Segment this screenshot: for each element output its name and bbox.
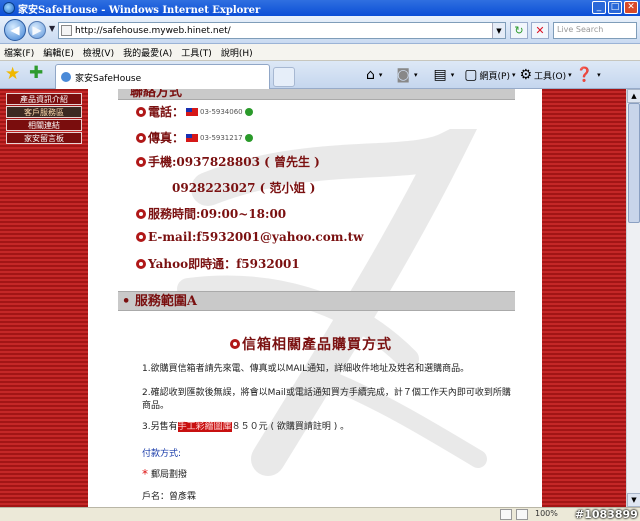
back-button[interactable]: ◀ [4, 19, 26, 41]
flag-icon [186, 107, 199, 116]
address-input[interactable]: http://safehouse.myweb.hinet.net/ [75, 26, 231, 36]
history-dropdown-icon[interactable]: ▼ [49, 24, 55, 33]
window-controls: _ □ ✕ [592, 1, 638, 14]
fax-number-image: 03-5931217 [186, 133, 253, 142]
tab-row: ★ ✚ 家安SafeHouse ⌂ ▾ ◙ ▾ ▤ ▾ ▢ 網頁(P) ▾ ⚙ 工具(O) ▾… [0, 61, 640, 89]
forward-button[interactable]: ▶ [28, 21, 46, 39]
address-bar[interactable]: http://safehouse.myweb.hinet.net/ ▼ [58, 22, 506, 39]
hand-painted-highlight: 手工彩繪圖庫 [177, 422, 232, 432]
email-link[interactable]: E-mail:f5932001@yahoo.com.tw [148, 230, 363, 244]
phone-number-image: 03-5934060 [186, 107, 253, 116]
tools-menu-button[interactable]: ⚙ 工具(O) ▾ [519, 68, 571, 82]
sidebar-item-guestbook[interactable]: 家安留言板 [6, 132, 82, 144]
menu-view[interactable]: 檢視(V) [83, 46, 114, 59]
menu-edit[interactable]: 編輯(E) [43, 46, 74, 59]
yahoo-row: Yahoo即時通：f5932001 [136, 255, 300, 272]
tab-favicon-icon [61, 72, 71, 82]
favorites-star-icon[interactable]: ★ [5, 66, 20, 83]
command-bar: ⌂ ▾ ◙ ▾ ▤ ▾ ▢ 網頁(P) ▾ ⚙ 工具(O) ▾ ❓ ▾ [366, 65, 605, 85]
page-icon: ▢ [464, 67, 478, 83]
phone-icon [244, 133, 253, 142]
bullet-icon [230, 339, 240, 349]
image-watermark: #1083899 [575, 508, 638, 521]
fax-row: 傳真： 03-5931217 [136, 129, 253, 146]
phone-icon [244, 107, 253, 116]
phone-row: 電話： 03-5934060 [136, 103, 253, 120]
service-section-title: • 服務範圍A [122, 294, 197, 309]
stop-button[interactable]: ✕ [531, 22, 549, 39]
address-row: ◀ ▶ ▼ http://safehouse.myweb.hinet.net/ … [0, 16, 640, 44]
sidebar-item-links[interactable]: 相關連結 [6, 119, 82, 131]
flag-icon [186, 133, 199, 142]
bullet-icon [136, 258, 146, 269]
scroll-up-button[interactable]: ▲ [627, 89, 640, 103]
phone-label: 電話： [148, 105, 185, 119]
close-window-button[interactable]: ✕ [624, 1, 638, 14]
account-name: 戶名：曾彥霖 [142, 492, 197, 502]
add-favorite-icon[interactable]: ✚ [29, 65, 43, 82]
address-dropdown-icon[interactable]: ▼ [492, 23, 505, 38]
purchase-step-2: 2.確認收到匯款後無誤，將會以Mail或電話通知買方手續完成，計７個工作天內即可… [142, 388, 511, 411]
tab-title: 家安SafeHouse [75, 73, 142, 84]
contact-header-bar: 聯絡方式 [118, 89, 515, 100]
home-button[interactable]: ⌂ ▾ [366, 68, 382, 82]
site-sidebar: 產品資訊介紹 客戶服務區 相關連結 家安留言板 [6, 93, 82, 145]
contact-header: 聯絡方式 [130, 89, 183, 100]
home-icon: ⌂ [366, 67, 375, 83]
protected-mode-icon [516, 509, 528, 520]
gear-icon: ⚙ [519, 67, 533, 83]
ie-logo-icon [3, 2, 15, 14]
scroll-down-button[interactable]: ▼ [627, 493, 640, 507]
main-content: 聯絡方式 電話： 03-5934060 傳真： 03-5931217 手機:09… [118, 89, 515, 507]
search-input[interactable]: Live Search [553, 22, 637, 39]
printer-icon: ▤ [433, 67, 447, 83]
menu-help[interactable]: 說明(H) [221, 46, 253, 59]
page-icon [61, 25, 72, 36]
window-title: 家安SafeHouse - Windows Internet Explorer [18, 4, 261, 16]
purchase-subtitle: 信箱相關產品購買方式 [230, 334, 392, 354]
new-tab-button[interactable] [273, 67, 295, 87]
email-row: E-mail:f5932001@yahoo.com.tw [136, 230, 363, 244]
purchase-step-3: 3.另售有手工彩繪圖庫８５０元 ( 欲購買請註明 ) 。 [142, 422, 350, 432]
zoom-level[interactable]: 100% [535, 509, 558, 518]
page-viewport: 產品資訊介紹 客戶服務區 相關連結 家安留言板 聯絡方式 電話： 03-5934… [0, 89, 640, 507]
bullet-icon [136, 208, 146, 219]
bullet-icon [136, 232, 146, 242]
scroll-thumb[interactable] [628, 103, 640, 223]
help-icon: ❓ [575, 67, 594, 83]
maximize-button[interactable]: □ [608, 1, 622, 14]
sidebar-item-customer-service[interactable]: 客戶服務區 [6, 106, 82, 118]
mobile-row-1: 手機:0937828803 ( 曾先生 ) [136, 153, 320, 170]
refresh-button[interactable]: ↻ [510, 22, 528, 39]
service-section-bar: • 服務範圍A [118, 291, 515, 311]
rss-icon: ◙ [396, 67, 410, 83]
menu-file[interactable]: 檔案(F) [4, 46, 34, 59]
minimize-button[interactable]: _ [592, 1, 606, 14]
bullet-icon [136, 132, 146, 143]
bullet-icon [136, 106, 146, 117]
left-decorative-stripe [0, 89, 88, 507]
postal-transfer-item: * 郵局劃撥 [142, 466, 188, 481]
status-bar: 100% #1083899 [0, 507, 640, 521]
fax-label: 傳真： [148, 131, 185, 145]
sidebar-item-products[interactable]: 產品資訊介紹 [6, 93, 82, 105]
title-bar: 家安SafeHouse - Windows Internet Explorer … [0, 0, 640, 16]
vertical-scrollbar[interactable]: ▲ ▼ [626, 89, 640, 507]
hours-row: 服務時間:09:00~18:00 [136, 205, 286, 222]
menu-favorites[interactable]: 我的最愛(A) [123, 46, 172, 59]
payment-label: 付款方式: [142, 449, 182, 459]
purchase-step-1: 1.欲購買信箱者請先來電、傳真或以MAIL通知，詳細收件地址及姓名和選購商品。 [142, 364, 470, 374]
menu-bar: 檔案(F) 編輯(E) 檢視(V) 我的最愛(A) 工具(T) 說明(H) [0, 44, 640, 61]
feeds-button[interactable]: ◙ ▾ [396, 68, 417, 82]
page-menu-button[interactable]: ▢ 網頁(P) ▾ [464, 68, 515, 82]
print-button[interactable]: ▤ ▾ [434, 68, 455, 82]
asterisk-icon: * [142, 466, 148, 481]
tab-safehouse[interactable]: 家安SafeHouse [55, 64, 270, 89]
mobile-row-2: 0928223027 ( 范小姐 ) [172, 181, 316, 195]
help-button[interactable]: ❓ ▾ [576, 68, 601, 82]
security-zone-icon [500, 509, 512, 520]
menu-tools[interactable]: 工具(T) [181, 46, 212, 59]
bullet-icon [136, 156, 146, 167]
